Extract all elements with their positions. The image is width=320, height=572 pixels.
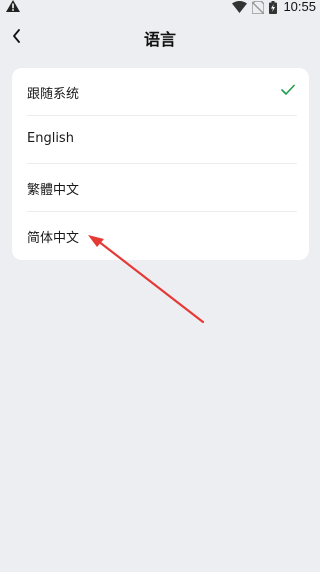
status-bar: 10:55 [0, 0, 320, 14]
warning-icon [6, 0, 20, 12]
language-label: 繁體中文 [27, 183, 80, 198]
language-list: 跟随系统 English 繁體中文 简体中文 [12, 68, 309, 260]
checkmark-icon [281, 84, 295, 95]
clock: 10:55 [283, 0, 316, 14]
battery-charging-icon [269, 0, 278, 14]
page-title: 语言 [143, 30, 176, 49]
no-sim-icon [252, 0, 265, 14]
language-option-english[interactable]: English [12, 116, 309, 164]
language-option-simplified-chinese[interactable]: 简体中文 [12, 212, 309, 260]
language-option-follow-system[interactable]: 跟随系统 [12, 68, 309, 116]
status-icons: 10:55 [232, 0, 316, 14]
language-label: English [27, 131, 74, 146]
language-label: 简体中文 [27, 231, 80, 246]
wifi-icon [232, 1, 248, 13]
nav-bar: 语言 [0, 22, 320, 52]
language-label: 跟随系统 [27, 87, 80, 102]
language-option-traditional-chinese[interactable]: 繁體中文 [12, 164, 309, 212]
